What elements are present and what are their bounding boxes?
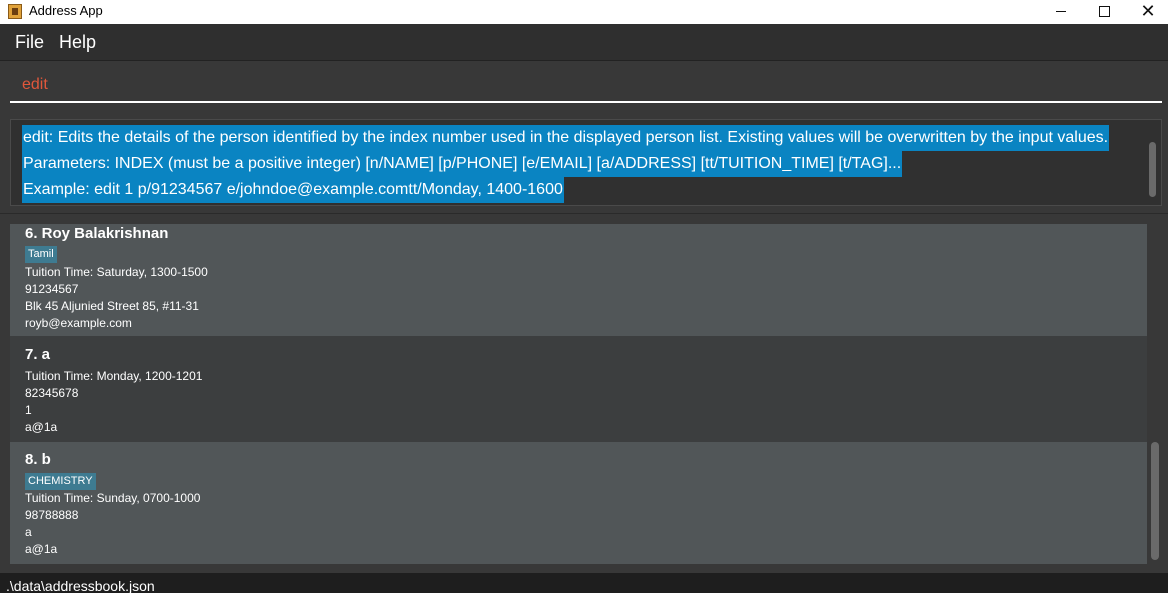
title-bar: Address App ✕ (0, 0, 1168, 24)
minimize-button[interactable] (1038, 0, 1084, 22)
person-address: 1 (25, 403, 32, 417)
person-tuition-time: Tuition Time: Sunday, 0700-1000 (25, 491, 201, 505)
tag-badge: Tamil (25, 246, 57, 263)
list-scroll-thumb[interactable] (1151, 442, 1159, 560)
window-title: Address App (29, 3, 103, 18)
menu-file[interactable]: File (15, 32, 44, 53)
person-email: a@1a (25, 542, 58, 556)
person-email: a@1a (25, 420, 58, 434)
menu-help[interactable]: Help (59, 32, 96, 53)
maximize-button[interactable] (1081, 0, 1127, 22)
person-phone: 91234567 (25, 282, 79, 296)
command-input[interactable] (10, 69, 1162, 103)
result-line: Example: edit 1 p/91234567 e/johndoe@exa… (22, 177, 564, 203)
menu-bar: File Help (0, 24, 1168, 61)
address-book-icon (8, 4, 22, 19)
person-email: royb@example.com (25, 316, 132, 330)
person-address: Blk 45 Aljunied Street 85, #11-31 (25, 299, 199, 313)
person-list: 6. Roy Balakrishnan Tamil Tuition Time: … (0, 213, 1168, 574)
tag-badge: CHEMISTRY (25, 473, 96, 490)
person-card[interactable]: 8. b CHEMISTRY Tuition Time: Sunday, 070… (10, 442, 1147, 564)
person-card[interactable]: 6. Roy Balakrishnan Tamil Tuition Time: … (10, 224, 1147, 336)
person-tuition-time: Tuition Time: Saturday, 1300-1500 (25, 265, 208, 279)
save-location: .\data\addressbook.json (6, 578, 155, 593)
person-name: 6. Roy Balakrishnan (25, 225, 169, 242)
person-tuition-time: Tuition Time: Monday, 1200-1201 (25, 369, 203, 383)
result-scrollbar[interactable] (1149, 142, 1156, 197)
status-bar: .\data\addressbook.json (0, 573, 1168, 593)
person-address: a (25, 525, 32, 539)
result-line: edit: Edits the details of the person id… (22, 125, 1110, 151)
person-name: 8. b (25, 451, 51, 468)
person-phone: 82345678 (25, 386, 79, 400)
close-icon: ✕ (1140, 0, 1156, 21)
person-name: 7. a (25, 346, 51, 363)
person-card[interactable]: 7. a Tuition Time: Monday, 1200-1201 823… (10, 336, 1147, 442)
minimize-icon (1056, 10, 1066, 12)
result-line: Parameters: INDEX (must be a positive in… (22, 151, 903, 177)
close-button[interactable]: ✕ (1125, 0, 1168, 22)
app-window: Address App ✕ File Help edit: Edits the … (0, 0, 1168, 593)
maximize-icon (1098, 5, 1110, 17)
command-box (0, 61, 1168, 111)
person-phone: 98788888 (25, 508, 79, 522)
result-display[interactable]: edit: Edits the details of the person id… (10, 119, 1162, 206)
